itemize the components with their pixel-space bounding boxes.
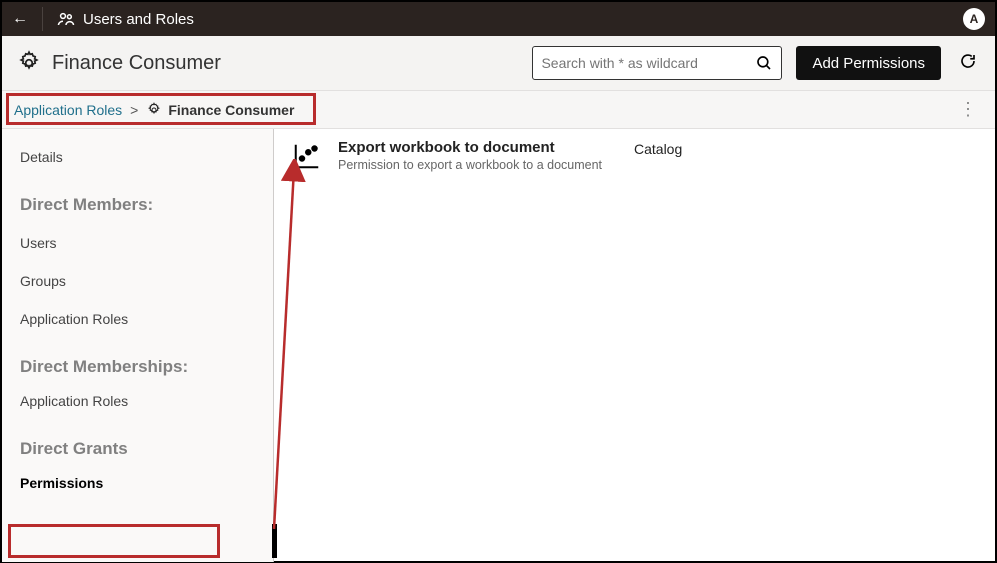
refresh-icon [959,52,977,70]
breadcrumb: Application Roles > Finance Consumer ⋮ [2,91,995,129]
topbar-title: Users and Roles [83,11,194,28]
sidebar-section-direct-grants: Direct Grants [20,439,273,459]
header-bar: Finance Consumer Add Permissions [2,36,995,91]
avatar-initial: A [970,12,979,26]
breadcrumb-current: Finance Consumer [146,102,294,118]
add-permissions-button[interactable]: Add Permissions [796,46,941,80]
users-roles-icon [57,10,75,28]
search-icon[interactable] [755,54,773,72]
sidebar-item-groups[interactable]: Groups [20,267,273,295]
sidebar: Details Direct Members: Users Groups App… [2,129,274,562]
permission-title: Export workbook to document [338,139,618,156]
sidebar-item-application-roles-2[interactable]: Application Roles [20,387,273,415]
breadcrumb-separator: > [130,102,138,118]
annotation-permissions-highlight [8,524,220,558]
content-area: Details Direct Members: Users Groups App… [2,129,995,562]
sidebar-item-permissions[interactable]: Permissions [20,467,273,499]
avatar[interactable]: A [963,8,985,30]
search-input[interactable] [541,55,755,71]
sidebar-section-direct-memberships: Direct Memberships: [20,357,273,377]
topbar-title-area: Users and Roles [57,10,194,28]
top-bar: ← Users and Roles A [2,2,995,36]
breadcrumb-current-label: Finance Consumer [168,102,294,118]
back-icon[interactable]: ← [12,10,28,28]
search-container [532,46,782,80]
permission-row[interactable]: Export workbook to document Permission t… [292,139,977,174]
sidebar-item-details[interactable]: Details [20,143,273,171]
permission-text: Export workbook to document Permission t… [338,139,618,172]
sidebar-item-application-roles[interactable]: Application Roles [20,305,273,333]
scatter-chart-icon [292,141,322,174]
role-name: Finance Consumer [52,52,221,75]
permission-category: Catalog [634,141,682,157]
refresh-button[interactable] [955,52,981,75]
permission-description: Permission to export a workbook to a doc… [338,158,618,172]
kebab-menu-icon[interactable]: ⋮ [953,99,983,120]
breadcrumb-link-application-roles[interactable]: Application Roles [14,102,122,118]
gear-role-small-icon [146,102,162,118]
sidebar-item-users[interactable]: Users [20,229,273,257]
role-title: Finance Consumer [16,50,221,76]
topbar-divider [42,7,43,31]
sidebar-section-direct-members: Direct Members: [20,195,273,215]
main-panel: Export workbook to document Permission t… [274,129,995,562]
gear-role-icon [16,50,42,76]
